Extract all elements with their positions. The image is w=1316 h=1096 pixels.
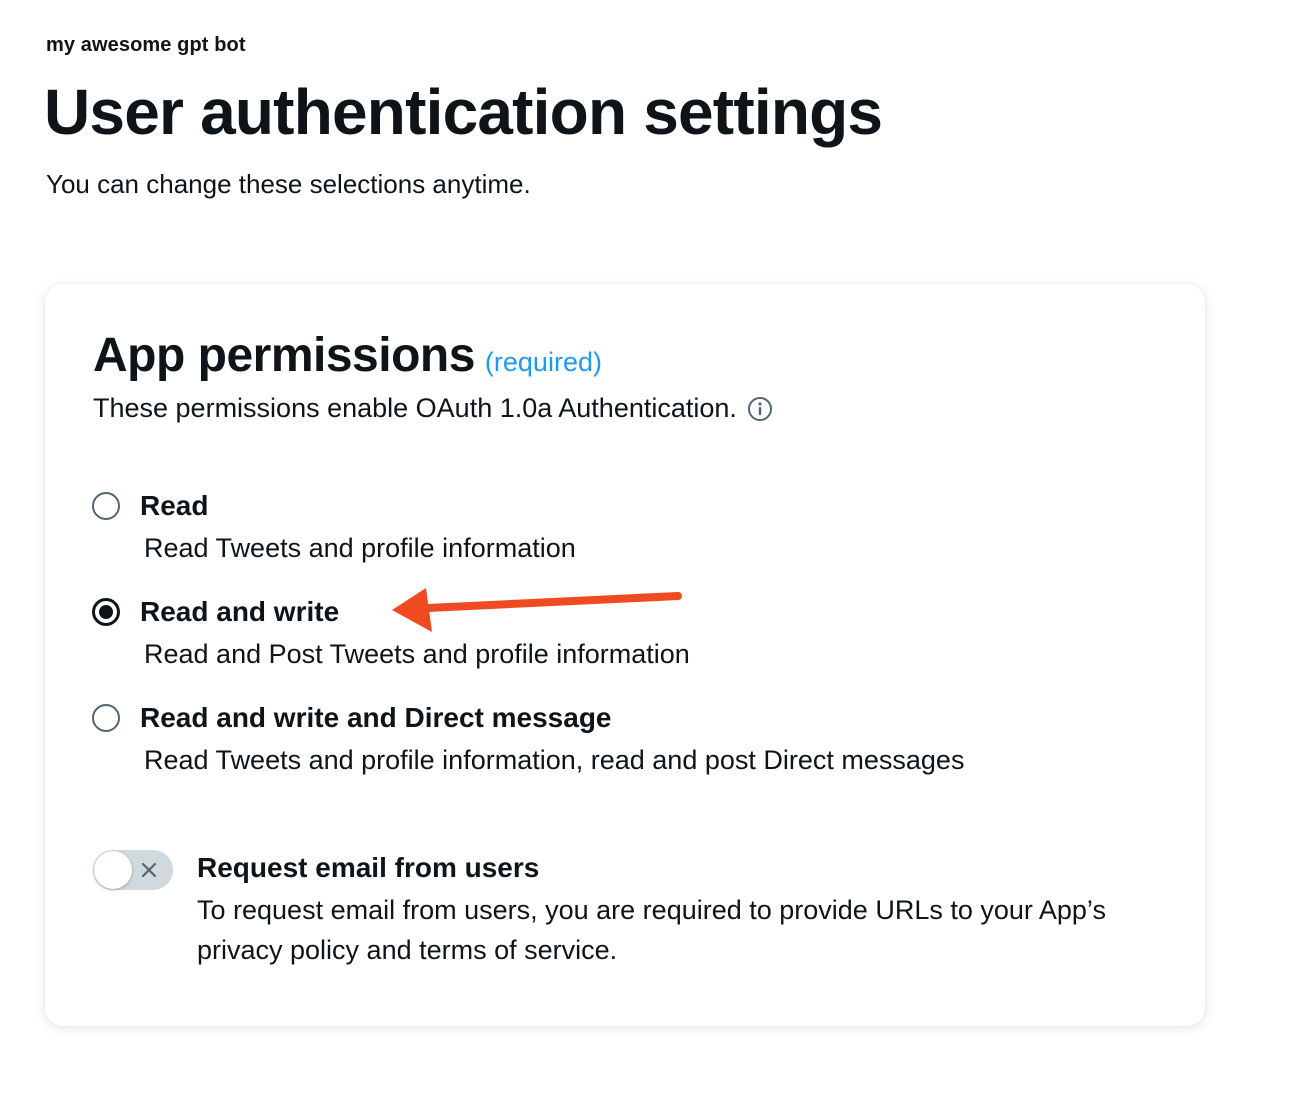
- toggle-knob: [94, 851, 132, 889]
- app-name: my awesome gpt bot: [46, 34, 246, 56]
- card-heading: App permissions (required): [93, 324, 602, 388]
- arrow-left-icon: [380, 580, 690, 640]
- card-title: App permissions: [93, 329, 475, 382]
- card-description-text: These permissions enable OAuth 1.0a Auth…: [93, 393, 737, 423]
- card-description: These permissions enable OAuth 1.0a Auth…: [93, 390, 773, 426]
- option-read-write-dm-label: Read and write and Direct message: [140, 702, 612, 733]
- page-title: User authentication settings: [44, 76, 883, 148]
- info-circle-icon[interactable]: [747, 395, 773, 421]
- radio-read-write[interactable]: [92, 598, 120, 626]
- request-email-label: Request email from users: [197, 852, 540, 883]
- page-subtitle: You can change these selections anytime.: [46, 169, 531, 199]
- radio-read[interactable]: [92, 492, 120, 520]
- app-permissions-card: App permissions (required) These permissi…: [45, 284, 1205, 1026]
- option-read-write-dm-description: Read Tweets and profile information, rea…: [144, 745, 965, 775]
- required-label: (required): [484, 347, 602, 377]
- radio-read-write-dm[interactable]: [92, 704, 120, 732]
- option-read-description: Read Tweets and profile information: [144, 533, 576, 563]
- option-read-write-label: Read and write: [140, 596, 340, 627]
- option-read-write-description: Read and Post Tweets and profile informa…: [144, 639, 690, 669]
- close-icon: [137, 858, 161, 882]
- option-read-label: Read: [140, 490, 209, 521]
- request-email-toggle[interactable]: [93, 850, 173, 890]
- request-email-description: To request email from users, you are req…: [197, 895, 1106, 965]
